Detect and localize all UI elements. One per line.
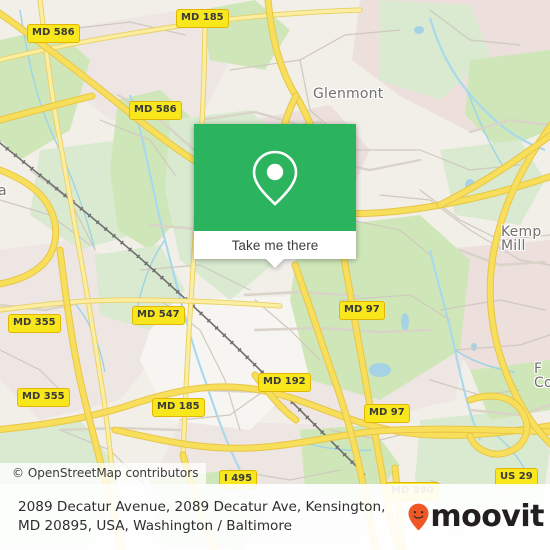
address-text: 2089 Decatur Avenue, 2089 Decatur Ave, K…	[18, 498, 416, 536]
address-line-1: 2089 Decatur Avenue, 2089 Decatur Ave, K…	[18, 499, 386, 515]
take-me-there-label: Take me there	[231, 237, 319, 253]
moovit-pin-icon	[408, 503, 429, 531]
road-shield-md-355-w: MD 355	[8, 314, 61, 333]
popup-marker-area	[194, 124, 356, 231]
address-line-2: MD 20895, USA, Washington / Baltimore	[18, 518, 293, 534]
popup-tail	[266, 259, 284, 268]
road-shield-md-586-mid: MD 586	[129, 101, 182, 120]
take-me-there-button[interactable]: Take me there	[194, 231, 356, 259]
map-attribution[interactable]: © OpenStreetMap contributors	[0, 463, 207, 484]
road-shield-md-185-s: MD 185	[152, 398, 205, 417]
road-shield-md-355-sw: MD 355	[17, 388, 70, 407]
road-shield-md-547: MD 547	[132, 306, 185, 325]
road-shield-md-185-n: MD 185	[176, 9, 229, 28]
moovit-wordmark: moovit	[430, 499, 544, 534]
road-shield-md-97-s: MD 97	[364, 404, 410, 423]
road-shield-md-192: MD 192	[258, 373, 311, 392]
moovit-map-screenshot: .park{fill:#cfe7b8;} .park2{fill:#d9ead0…	[0, 0, 550, 550]
moovit-logo[interactable]: moovit	[408, 502, 544, 532]
road-shield-md-586-nw: MD 586	[27, 24, 80, 43]
footer-bar: 2089 Decatur Avenue, 2089 Decatur Ave, K…	[0, 484, 550, 550]
road-shield-md-97-n: MD 97	[339, 301, 385, 320]
location-pin-icon	[252, 150, 298, 206]
location-popup-card[interactable]: Take me there	[194, 124, 356, 268]
